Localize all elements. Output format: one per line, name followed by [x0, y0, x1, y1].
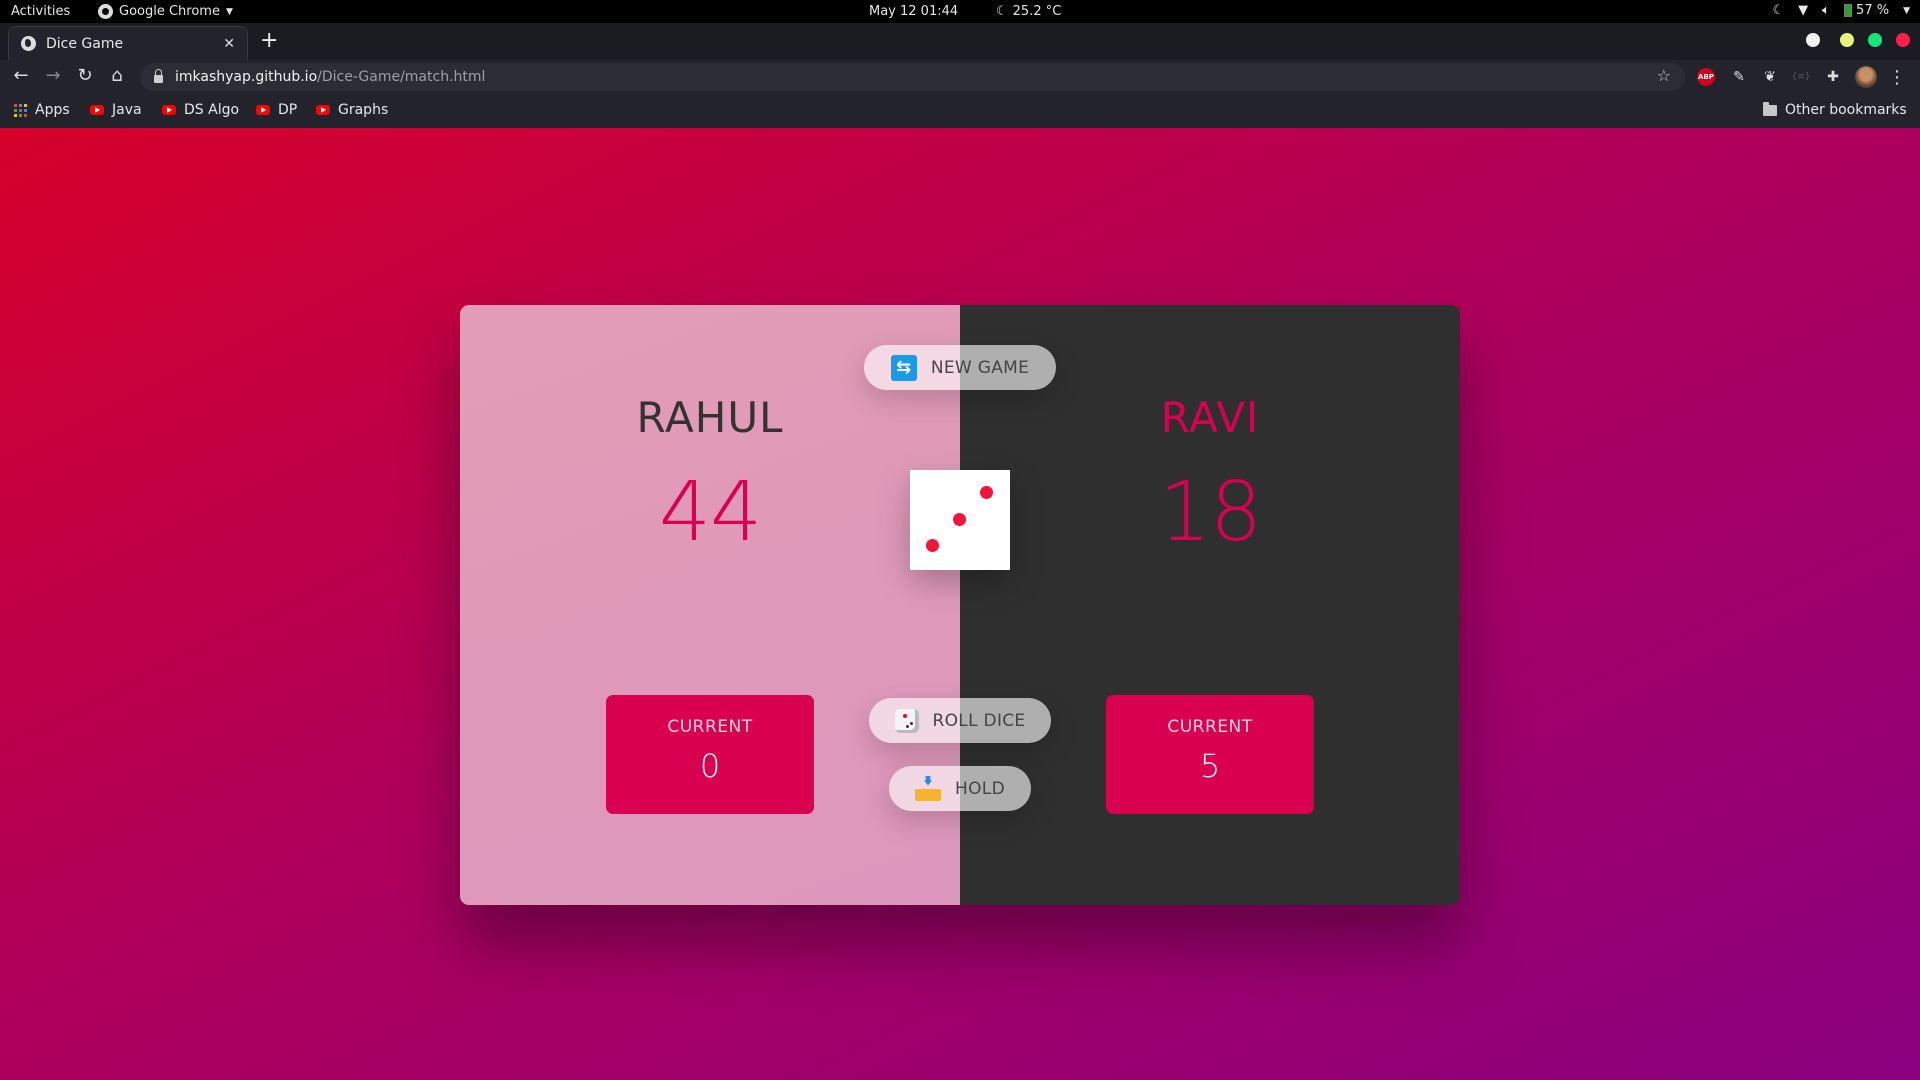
window-close-button[interactable] [1896, 33, 1910, 47]
dice [910, 470, 1010, 570]
night-light-icon: ☾ [1772, 3, 1785, 18]
app-name: Google Chrome [119, 4, 220, 19]
dice-icon [894, 708, 919, 733]
close-tab-icon[interactable]: ✕ [223, 36, 235, 52]
player-panel-ravi: RAVI 18 CURRENT 5 [960, 305, 1460, 905]
profile-avatar[interactable] [1855, 66, 1877, 88]
chrome-menu-icon[interactable]: ⋮ [1886, 66, 1908, 88]
current-label: CURRENT [667, 717, 753, 737]
battery-status: 57 % [1843, 3, 1890, 18]
tab-search-button[interactable] [1806, 33, 1820, 47]
clock[interactable]: May 12 01:44 [869, 4, 958, 19]
player-name-active: RAVI [1160, 393, 1260, 442]
youtube-icon [316, 105, 330, 115]
player-total-score: 18 [1158, 465, 1262, 560]
address-bar[interactable]: imkashyap.github.io/Dice-Game/match.html… [140, 63, 1685, 91]
hold-label: HOLD [955, 778, 1005, 799]
tab-strip: Dice Game ✕ + [0, 23, 1920, 60]
weather-indicator[interactable]: ☾ 25.2 °C [996, 4, 1061, 19]
back-button[interactable]: ← [9, 64, 33, 88]
dice-pip [953, 513, 966, 526]
dice-pip [926, 539, 939, 552]
footprint-icon[interactable]: ❦ [1759, 66, 1781, 88]
wifi-icon: ▼ [1798, 3, 1809, 18]
current-label: CURRENT [1167, 717, 1253, 737]
bookmark-label: DS Algo [184, 102, 240, 118]
youtube-icon [162, 105, 176, 115]
activities-button[interactable]: Activities [11, 4, 70, 19]
bookmark-graphs[interactable]: Graphs [316, 102, 388, 118]
other-bookmarks[interactable]: Other bookmarks [1763, 101, 1907, 118]
refresh-icon: ⇆ [890, 354, 917, 381]
puzzle-icon[interactable]: ✚ [1822, 66, 1844, 88]
player-total-score: 44 [658, 465, 762, 560]
bookmark-ds-algo[interactable]: DS Algo [162, 102, 239, 118]
window-maximize-button[interactable] [1868, 33, 1882, 47]
other-bookmarks-label: Other bookmarks [1785, 102, 1907, 118]
reload-button[interactable]: ↻ [73, 64, 97, 88]
youtube-icon [256, 105, 270, 115]
caret-down-icon: ▼ [225, 6, 233, 17]
system-top-bar: Activities Google Chrome ▼ May 12 01:44 … [0, 0, 1920, 23]
player-name: RAHUL [636, 393, 784, 442]
tab-dice-game[interactable]: Dice Game ✕ [8, 26, 248, 60]
battery-icon [1843, 4, 1852, 17]
globe-icon [21, 36, 36, 51]
temperature: 25.2 °C [1012, 4, 1062, 19]
app-menu[interactable]: Google Chrome ▼ [98, 4, 233, 19]
new-game-button[interactable]: ⇆ NEW GAME [864, 345, 1056, 390]
tab-title: Dice Game [46, 35, 124, 52]
chrome-icon [98, 4, 113, 19]
current-score-box: CURRENT 0 [606, 695, 814, 814]
roll-dice-label: ROLL DICE [932, 710, 1026, 731]
url-path: /Dice-Game/match.html [317, 69, 486, 85]
youtube-icon [90, 105, 104, 115]
new-tab-button[interactable]: + [260, 29, 278, 53]
player-panel-rahul: RAHUL 44 CURRENT 0 [460, 305, 960, 905]
bookmark-dp[interactable]: DP [256, 102, 297, 118]
browser-toolbar: ← → ↻ ⌂ imkashyap.github.io/Dice-Game/ma… [0, 60, 1920, 94]
volume-icon: 🔈︎ [1822, 3, 1830, 18]
dice-pip [980, 486, 993, 499]
folder-icon [1763, 101, 1777, 116]
page-background: RAHUL 44 CURRENT 0 RAVI 18 CURRENT 5 ⇆ N… [0, 128, 1920, 1080]
lock-icon[interactable] [154, 69, 163, 83]
forward-button[interactable]: → [41, 64, 65, 88]
bookmark-label: Java [112, 102, 142, 118]
apps-grid-icon [14, 103, 27, 117]
bookmark-label: Graphs [338, 102, 389, 118]
bookmarks-bar: Apps Java DS Algo DP Graphs Other bookma… [0, 94, 1920, 128]
bookmark-label: Apps [35, 102, 70, 118]
roll-dice-button[interactable]: ROLL DICE [869, 698, 1051, 743]
home-button[interactable]: ⌂ [105, 64, 129, 88]
eyedropper-icon[interactable]: ✎ [1728, 66, 1750, 88]
bookmark-label: DP [278, 102, 298, 118]
game-board: RAHUL 44 CURRENT 0 RAVI 18 CURRENT 5 ⇆ N… [460, 305, 1460, 905]
current-score-box: CURRENT 5 [1106, 695, 1314, 814]
inbox-tray-icon [915, 776, 942, 802]
window-minimize-button[interactable] [1840, 33, 1854, 47]
url-host: imkashyap.github.io [175, 69, 318, 85]
abp-icon[interactable]: ABP [1697, 68, 1715, 86]
system-tray[interactable]: ☾ ▼ 🔈︎ 57 % ▼ [1772, 3, 1910, 18]
night-cloud-icon: ☾ [996, 4, 1008, 19]
json-viewer-icon[interactable]: {≡} [1790, 66, 1812, 88]
battery-percent: 57 % [1856, 3, 1890, 18]
hold-button[interactable]: HOLD [889, 766, 1031, 811]
new-game-label: NEW GAME [930, 357, 1030, 378]
bookmark-star-icon[interactable]: ☆ [1657, 66, 1671, 85]
current-score: 0 [699, 747, 721, 785]
bookmark-apps[interactable]: Apps [14, 102, 70, 118]
bookmark-java[interactable]: Java [90, 102, 142, 118]
current-score: 5 [1199, 747, 1221, 785]
caret-down-icon: ▼ [1903, 5, 1910, 16]
